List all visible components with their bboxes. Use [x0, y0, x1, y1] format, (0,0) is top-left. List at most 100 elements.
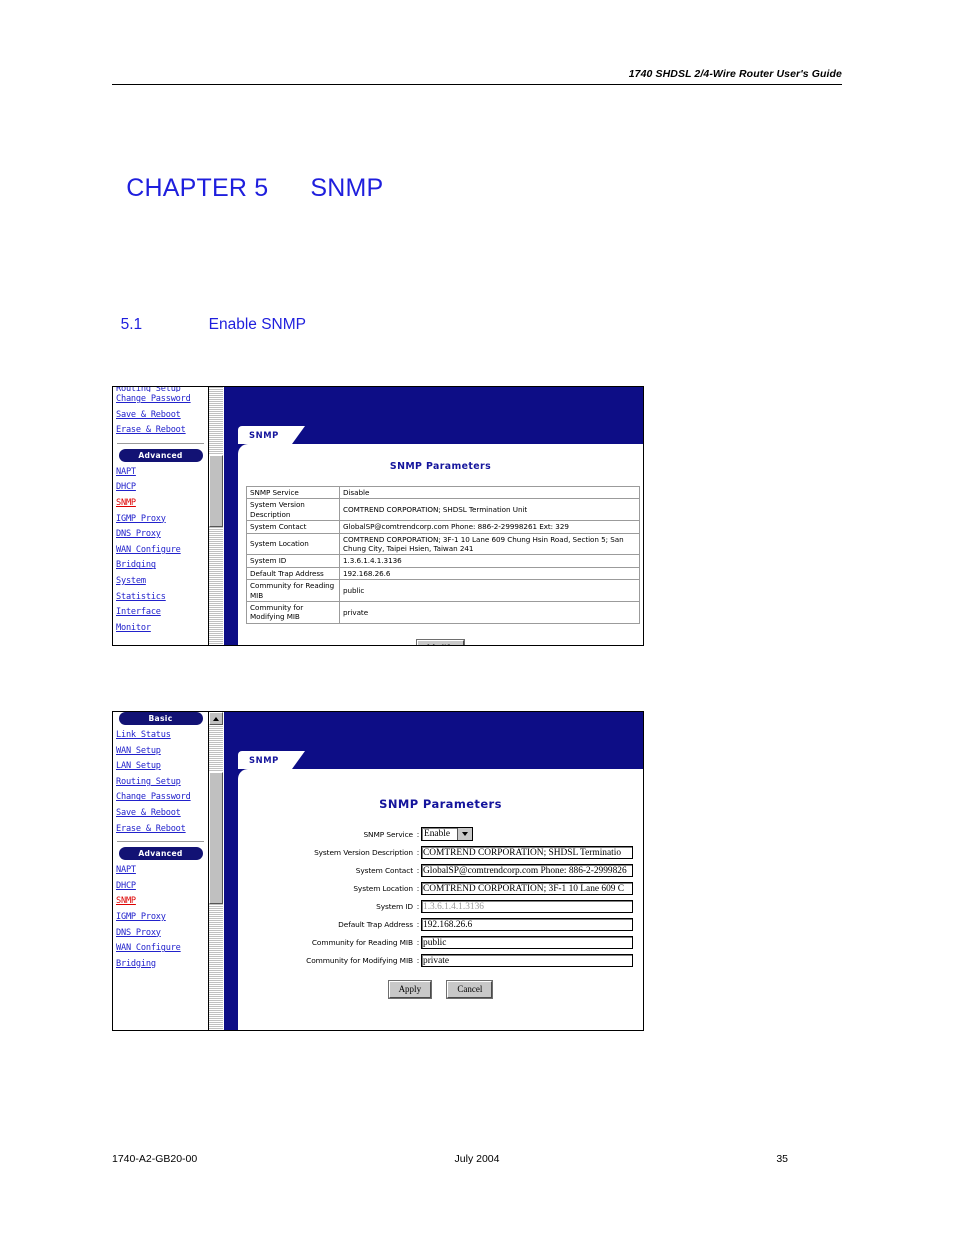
router-navigation-panel-view: Routing Setup Change Password Save & Reb…	[113, 387, 208, 645]
nav-scrollbar-edit[interactable]	[208, 712, 223, 1030]
sidebar-item-bridging[interactable]: Bridging	[116, 558, 205, 574]
form-row-system-contact: System Contact : GlobalSP@comtrendcorp.c…	[238, 863, 643, 877]
cancel-button[interactable]: Cancel	[447, 981, 493, 998]
sidebar-item-napt[interactable]: NAPT	[116, 465, 205, 481]
footer-page-number: 35	[776, 1153, 788, 1165]
section-number: 5.1	[120, 316, 143, 333]
edit-button-row: Apply Cancel	[238, 981, 643, 998]
table-row: Community for Modifying MIB private	[246, 601, 640, 624]
chevron-up-icon	[213, 716, 219, 721]
sidebar-item-dns-proxy[interactable]: DNS Proxy	[116, 926, 205, 942]
sidebar-item-snmp[interactable]: SNMP	[116, 496, 205, 512]
section-title: 5.1 Enable SNMP	[112, 298, 306, 334]
figure-snmp-parameters-edit: Basic Link Status WAN Setup LAN Setup Ro…	[112, 711, 644, 1031]
form-row-community-reading-mib: Community for Reading MIB : public	[238, 935, 643, 949]
snmp-service-select[interactable]: Enable	[421, 827, 473, 841]
label-community-reading-mib: Community for Reading MIB	[311, 937, 413, 947]
row-label: System Version Description	[246, 498, 340, 522]
sidebar-item-igmp-proxy[interactable]: IGMP Proxy	[116, 512, 205, 528]
sidebar-item-link-status[interactable]: Link Status	[116, 728, 205, 744]
table-row: System Contact GlobalSP@comtrendcorp.com…	[246, 520, 640, 534]
content-panel-view: SNMP SNMP Parameters SNMP Service Disabl…	[224, 387, 643, 645]
system-id-input: 1.3.6.1.4.1.3136	[421, 899, 633, 913]
router-navigation-panel-edit: Basic Link Status WAN Setup LAN Setup Ro…	[113, 712, 208, 1030]
running-header-title: 1740 SHDSL 2/4-Wire Router User's Guide	[628, 68, 842, 80]
panel-title-view: SNMP Parameters	[389, 461, 492, 472]
form-row-system-version-description: System Version Description : COMTREND CO…	[238, 845, 643, 859]
figure-snmp-parameters-view: Routing Setup Change Password Save & Reb…	[112, 386, 644, 646]
sidebar-item-monitor[interactable]: Monitor	[116, 621, 205, 637]
row-label: Default Trap Address	[246, 566, 340, 581]
system-version-description-input[interactable]: COMTREND CORPORATION; SHDSL Terminatio	[421, 845, 633, 859]
community-modifying-mib-input[interactable]: private	[421, 953, 633, 967]
sidebar-item-save-reboot[interactable]: Save & Reboot	[116, 806, 205, 822]
sidebar-item-snmp[interactable]: SNMP	[116, 894, 205, 910]
community-reading-mib-input[interactable]: public	[421, 935, 633, 949]
table-row: System Version Description COMTREND CORP…	[246, 498, 640, 522]
row-value: Disable	[339, 485, 640, 500]
sidebar-item-bridging[interactable]: Bridging	[116, 957, 205, 973]
sidebar-item-save-reboot[interactable]: Save & Reboot	[116, 408, 205, 424]
table-row: Community for Reading MIB public	[246, 579, 640, 603]
chevron-down-icon[interactable]	[457, 828, 472, 840]
sidebar-item-wan-configure[interactable]: WAN Configure	[116, 543, 205, 559]
label-community-modifying-mib: Community for Modifying MIB	[306, 955, 413, 965]
footer-doc-id: 1740-A2-GB20-00	[112, 1153, 198, 1165]
tab-snmp[interactable]: SNMP	[238, 751, 305, 769]
label-default-trap-address: Default Trap Address	[338, 919, 413, 929]
scrollbar-thumb[interactable]	[209, 772, 223, 904]
system-contact-input[interactable]: GlobalSP@comtrendcorp.com Phone: 886-2-2…	[421, 863, 633, 877]
row-label: System ID	[246, 554, 340, 568]
row-label: SNMP Service	[246, 485, 340, 500]
apply-button[interactable]: Apply	[388, 981, 432, 998]
snmp-parameters-table: SNMP Service Disable System Version Desc…	[246, 485, 640, 624]
form-row-community-modifying-mib: Community for Modifying MIB : private	[238, 953, 643, 967]
nav-scrollbar-view[interactable]	[208, 387, 223, 645]
label-system-version-description: System Version Description	[314, 847, 413, 857]
row-label: System Location	[246, 532, 340, 556]
sidebar-item-routing-setup[interactable]: Routing Setup	[116, 775, 205, 791]
row-value: COMTREND CORPORATION; 3F-1 10 Lane 609 C…	[339, 532, 640, 556]
header-rule	[112, 84, 842, 85]
system-location-input[interactable]: COMTREND CORPORATION; 3F-1 10 Lane 609 C	[421, 881, 633, 895]
panel-title-edit: SNMP Parameters	[379, 797, 502, 811]
scrollbar-up-button[interactable]	[209, 712, 223, 725]
sidebar-item-change-password[interactable]: Change Password	[116, 790, 205, 806]
sidebar-item-erase-reboot[interactable]: Erase & Reboot	[116, 822, 205, 838]
sidebar-item-dhcp[interactable]: DHCP	[116, 879, 205, 895]
row-label: Community for Modifying MIB	[246, 601, 340, 624]
section-name: Enable SNMP	[208, 316, 306, 333]
sidebar-item-change-password[interactable]: Change Password	[116, 392, 205, 408]
sidebar-item-interface[interactable]: Interface	[116, 605, 205, 621]
sidebar-section-advanced: Advanced	[118, 847, 203, 861]
scrollbar-thumb[interactable]	[209, 455, 223, 527]
modify-button[interactable]: Modify	[417, 639, 464, 645]
form-row-system-location: System Location : COMTREND CORPORATION; …	[238, 881, 643, 895]
sidebar-item-statistics[interactable]: Statistics	[116, 590, 205, 606]
sidebar-item-wan-configure[interactable]: WAN Configure	[116, 941, 205, 957]
sidebar-item-wan-setup[interactable]: WAN Setup	[116, 744, 205, 760]
sidebar-item-napt[interactable]: NAPT	[116, 863, 205, 879]
snmp-parameters-form: SNMP Service : Enable System Version Des…	[238, 827, 643, 998]
sidebar-section-basic: Basic	[118, 712, 203, 725]
table-row: SNMP Service Disable	[246, 485, 640, 500]
page-header: 1740 SHDSL 2/4-Wire Router User's Guide	[112, 68, 842, 85]
form-row-snmp-service: SNMP Service : Enable	[238, 827, 643, 841]
row-value: 192.168.26.6	[339, 566, 640, 581]
sidebar-item-system[interactable]: System	[116, 574, 205, 590]
tab-snmp[interactable]: SNMP	[238, 426, 305, 444]
view-button-row: Modify	[238, 638, 643, 645]
sidebar-item-dns-proxy[interactable]: DNS Proxy	[116, 527, 205, 543]
form-row-system-id: System ID : 1.3.6.1.4.1.3136	[238, 899, 643, 913]
content-sheet-view: SNMP Parameters SNMP Service Disable Sys…	[238, 444, 643, 645]
sidebar-item-erase-reboot[interactable]: Erase & Reboot	[116, 423, 205, 439]
row-value: 1.3.6.1.4.1.3136	[339, 554, 640, 568]
table-row: Default Trap Address 192.168.26.6	[246, 566, 640, 581]
sidebar-item-igmp-proxy[interactable]: IGMP Proxy	[116, 910, 205, 926]
snmp-service-value: Enable	[424, 829, 451, 839]
content-panel-edit: SNMP SNMP Parameters SNMP Service : Enab…	[224, 712, 643, 1030]
default-trap-address-input[interactable]: 192.168.26.6	[421, 917, 633, 931]
sidebar-item-lan-setup[interactable]: LAN Setup	[116, 759, 205, 775]
sidebar-item-dhcp[interactable]: DHCP	[116, 480, 205, 496]
chapter-title: CHAPTER 5 SNMP	[112, 145, 383, 203]
